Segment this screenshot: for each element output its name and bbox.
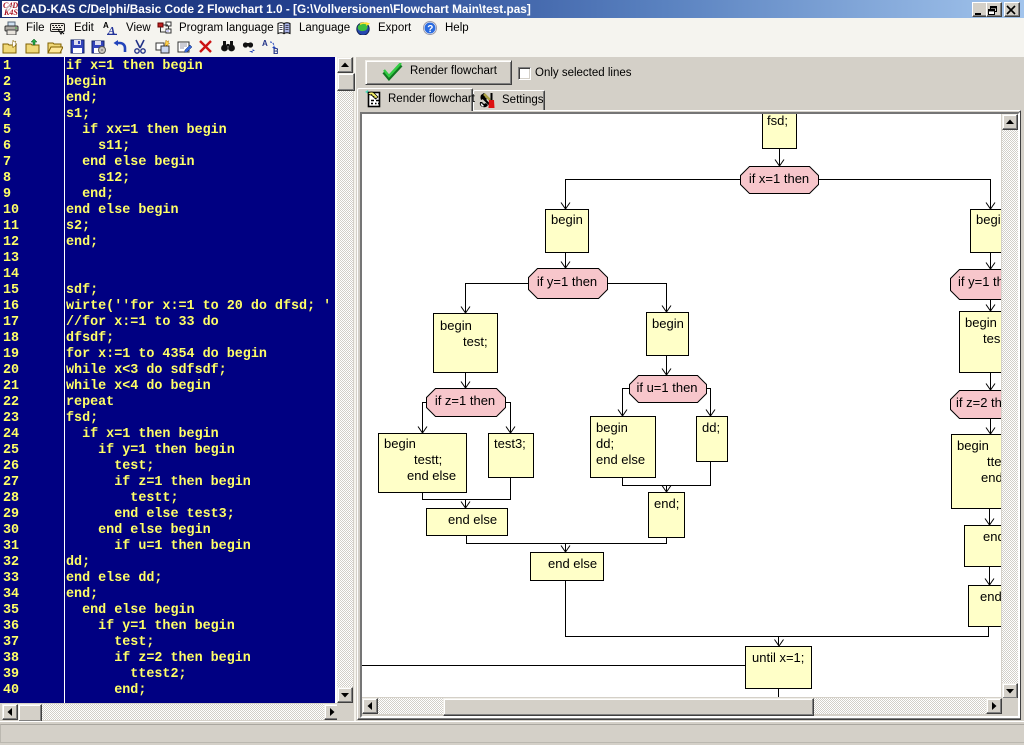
svg-text:dd;: dd; <box>596 436 614 451</box>
svg-text:dd;: dd; <box>702 420 720 435</box>
svg-text:end;: end; <box>981 470 1001 485</box>
svg-text:if x=1 then: if x=1 then <box>749 171 809 186</box>
svg-text:?: ? <box>427 24 433 35</box>
svg-text:if y=1 then: if y=1 then <box>537 274 597 289</box>
svg-text:A: A <box>107 25 115 35</box>
svg-text:test3;: test3; <box>494 436 526 451</box>
svg-text:tes: tes <box>983 331 1001 346</box>
svg-text:begin: begin <box>551 212 583 227</box>
svg-text:if y=1 then: if y=1 then <box>958 274 1001 289</box>
svg-text:end else: end else <box>548 556 597 571</box>
svg-text:A: A <box>262 39 268 48</box>
svg-text:end;: end; <box>980 589 1001 604</box>
svg-text:end else: end else <box>596 452 645 467</box>
svg-text:begin: begin <box>976 212 1001 227</box>
svg-text:begin: begin <box>957 438 989 453</box>
svg-text:fsd;: fsd; <box>767 114 788 128</box>
svg-text:begin: begin <box>596 420 628 435</box>
svg-text:ttes: ttes <box>987 454 1001 469</box>
svg-text:testt;: testt; <box>414 452 442 467</box>
svg-text:begin: begin <box>965 315 997 330</box>
svg-text:begin: begin <box>384 436 416 451</box>
svg-text:begin: begin <box>652 316 684 331</box>
svg-text:end else: end else <box>407 468 456 483</box>
svg-text:end;: end; <box>654 496 679 511</box>
svg-text:if z=1 then: if z=1 then <box>435 393 495 408</box>
svg-text:test;: test; <box>463 334 488 349</box>
svg-text:if z=2 then: if z=2 then <box>956 395 1001 410</box>
svg-text:begin: begin <box>440 318 472 333</box>
svg-text:until x=1;: until x=1; <box>752 650 804 665</box>
svg-text:end else: end else <box>448 512 497 527</box>
svg-text:end else: end else <box>983 529 1001 544</box>
svg-text:if u=1 then: if u=1 then <box>636 380 697 395</box>
